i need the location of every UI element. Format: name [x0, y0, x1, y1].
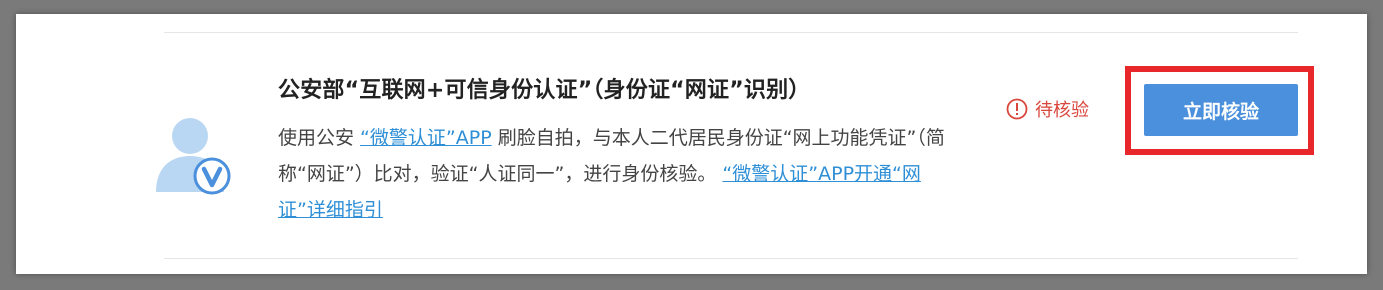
- bottom-divider: [164, 258, 1298, 259]
- card-title: 公安部“互联网+可信身份认证”（身份证“网证”识别）: [278, 78, 811, 103]
- desc-text-1: 使用公安: [278, 127, 361, 149]
- verified-user-icon: [156, 118, 231, 195]
- status-badge: 待核验: [1006, 96, 1089, 122]
- verification-card: 公安部“互联网+可信身份认证”（身份证“网证”识别） 使用公安 “微警认证”AP…: [26, 14, 1357, 274]
- weijing-app-link[interactable]: “微警认证”APP: [360, 127, 492, 149]
- verify-now-button[interactable]: 立即核验: [1144, 84, 1298, 136]
- screenshot-frame: 公安部“互联网+可信身份认证”（身份证“网证”识别） 使用公安 “微警认证”AP…: [16, 14, 1367, 274]
- exclamation-circle-icon: [1006, 98, 1028, 120]
- top-divider: [164, 32, 1298, 33]
- card-description: 使用公安 “微警认证”APP 刷脸自拍，与本人二代居民身份证“网上功能凭证”（简…: [278, 120, 954, 228]
- status-text: 待核验: [1035, 100, 1089, 121]
